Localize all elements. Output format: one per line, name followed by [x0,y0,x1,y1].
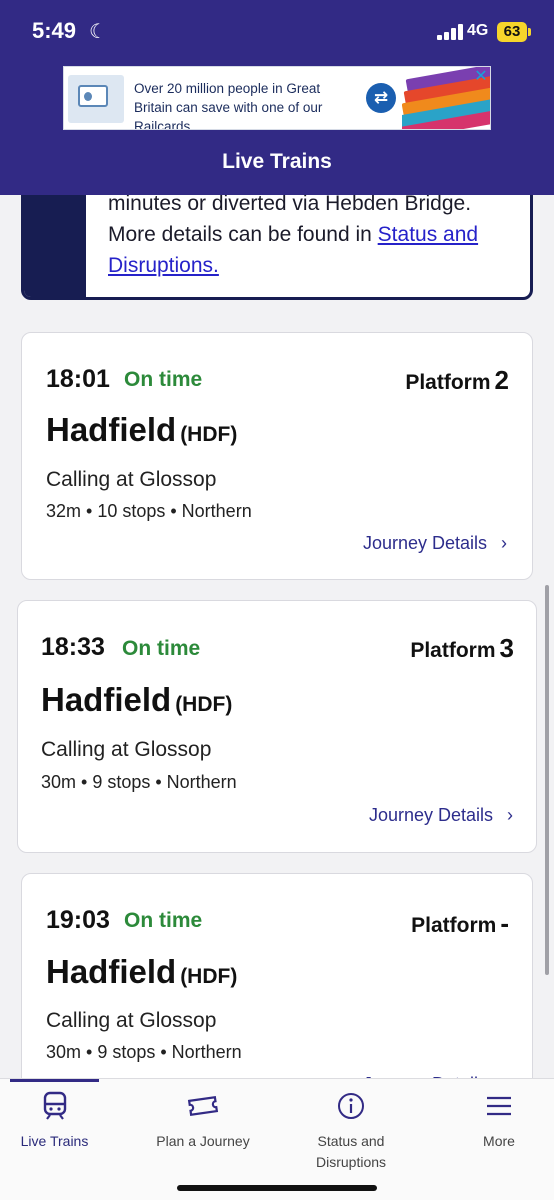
battery-tip [528,28,531,36]
journey-details-link[interactable]: Journey Details› [363,533,507,554]
calling-at: Calling at Glossop [46,468,217,491]
status-bar: 5:49 ☾ 4G 63 [0,0,554,62]
signal-icon [437,24,465,40]
national-rail-logo-icon: ⇄ [366,83,396,113]
info-icon [338,1093,364,1119]
page-title: Live Trains [222,150,332,173]
departure-time: 18:33 [41,633,105,661]
tab-label: Live Trains [20,1133,89,1149]
tab-status-disruptions[interactable]: Status and Disruptions [298,1091,404,1173]
active-tab-indicator [10,1079,99,1082]
bottom-tab-bar: Live Trains Plan a Journey Status and Di… [0,1078,554,1200]
departure-card[interactable]: 18:01 On time Platform 2 Hadfield (HDF) Ca… [21,332,533,580]
chevron-right-icon: › [501,533,507,553]
destination: Hadfield (HDF) [46,411,238,448]
home-indicator[interactable] [177,1185,377,1191]
notice-text: minutes or diverted via Hebden Bridge. M… [108,192,479,277]
notice-text-partial: minutes or diverted via Hebden Bridge. [108,192,472,215]
departure-card[interactable]: 18:33 On time Platform 3 Hadfield (HDF) Ca… [17,600,537,853]
journey-meta: 32m • 10 stops • Northern [46,501,252,521]
platform-info: Platform 2 [405,365,509,395]
tab-more[interactable]: More [464,1091,534,1152]
ad-close-icon[interactable]: ✕ [474,69,488,85]
journey-meta: 30m • 9 stops • Northern [41,772,237,792]
menu-icon [487,1096,511,1116]
departure-status: On time [124,909,203,932]
departure-status: On time [122,637,201,660]
platform-info: Platform - [411,908,509,938]
departure-time: 19:03 [46,906,110,934]
departure-time: 18:01 [46,365,110,393]
journey-meta: 30m • 9 stops • Northern [46,1042,242,1062]
network-type: 4G [467,22,489,39]
railcard-icon [68,75,124,123]
chevron-right-icon: › [507,805,513,825]
platform-info: Platform 3 [410,633,514,663]
tab-label: More [483,1133,515,1149]
destination: Hadfield (HDF) [46,953,238,990]
tab-plan-journey[interactable]: Plan a Journey [148,1091,258,1152]
journey-details-link[interactable]: Journey Details› [369,805,513,826]
tab-live-trains[interactable]: Live Trains [10,1091,99,1152]
ticket-icon [187,1096,219,1116]
train-icon [43,1091,66,1120]
destination: Hadfield (HDF) [41,681,233,718]
app-header: 5:49 ☾ 4G 63 Over 20 million people in G… [0,0,554,195]
tab-label: Plan a Journey [156,1133,250,1149]
ad-text: Over 20 million people in Great Britain … [134,81,323,130]
departure-status: On time [124,368,203,391]
battery-icon: 63 [497,22,527,42]
calling-at: Calling at Glossop [46,1009,217,1032]
moon-icon: ☾ [89,21,107,43]
calling-at: Calling at Glossop [41,738,212,761]
tab-label: Status and Disruptions [315,1133,387,1170]
railcard-ad-banner[interactable]: Over 20 million people in Great Britain … [63,66,491,130]
clock: 5:49 [32,18,77,43]
scrollbar[interactable] [545,585,549,975]
